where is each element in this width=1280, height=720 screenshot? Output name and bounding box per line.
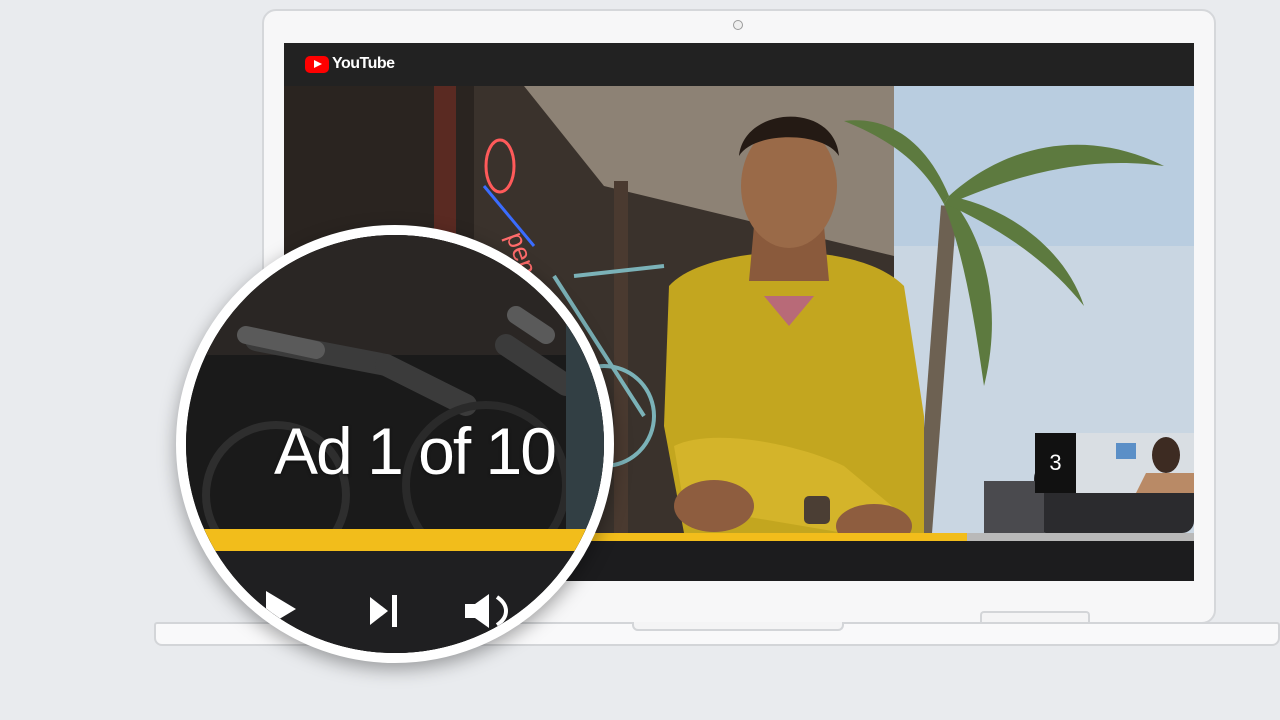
youtube-brand-text: YouTube	[332, 55, 395, 72]
volume-icon[interactable]	[463, 591, 515, 631]
up-next-thumbnail[interactable]: 3	[1035, 433, 1194, 493]
laptop-notch	[632, 622, 844, 631]
youtube-play-icon	[305, 55, 329, 73]
youtube-header: YouTube	[284, 43, 1194, 86]
magnifier-callout: Ad 1 of 10	[176, 225, 614, 663]
youtube-logo[interactable]: YouTube	[305, 55, 395, 73]
skip-next-icon[interactable]	[366, 593, 406, 629]
ad-count-badge: 3	[1035, 433, 1076, 493]
magnified-controls	[186, 551, 604, 653]
play-icon[interactable]	[266, 591, 296, 627]
camera-icon	[733, 20, 743, 30]
thumbnail-image	[1076, 433, 1194, 493]
ad-counter-label: Ad 1 of 10	[274, 414, 557, 488]
magnified-progress-bar	[186, 529, 604, 551]
